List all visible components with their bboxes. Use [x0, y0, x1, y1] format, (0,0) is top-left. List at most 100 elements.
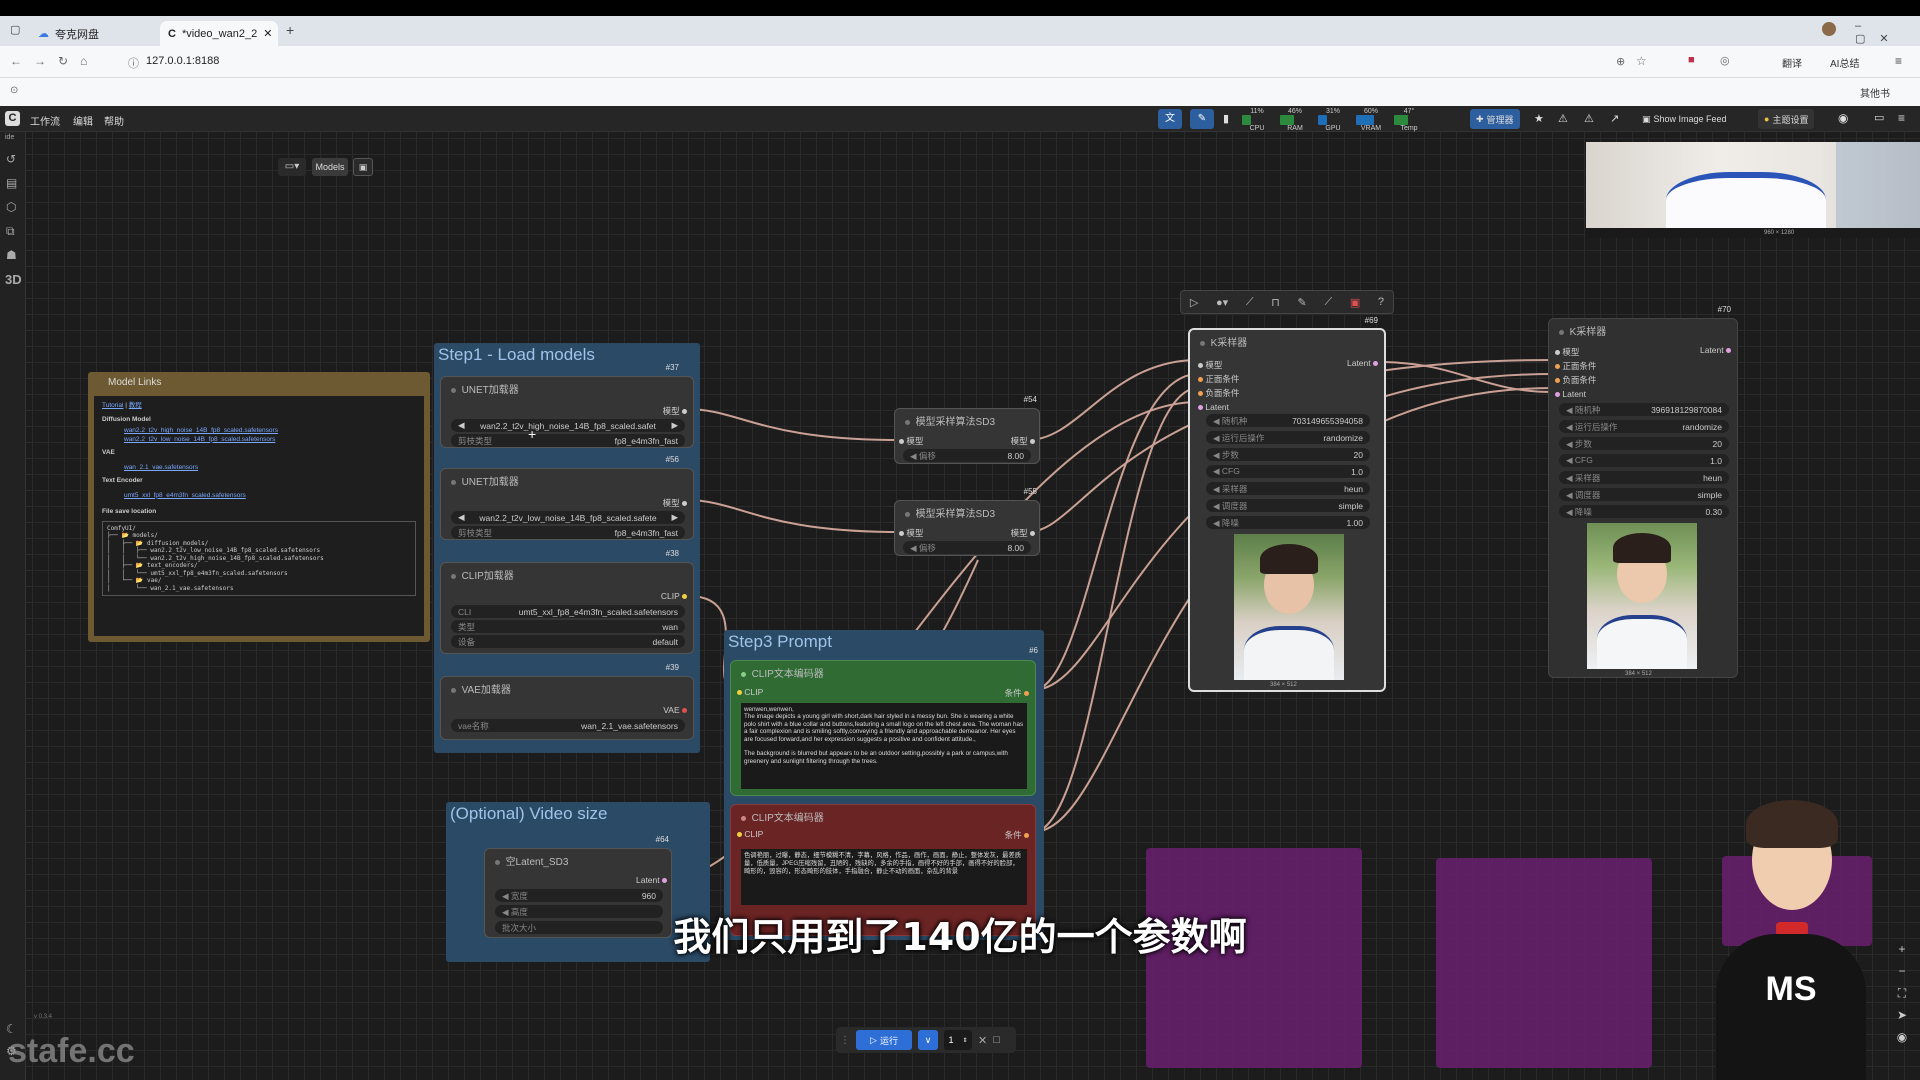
positive-input[interactable]: 正面条件 — [1555, 359, 1596, 373]
negative-input[interactable]: 负面条件 — [1555, 373, 1596, 387]
unet-name-widget[interactable]: ◀ wan2.2_t2v_low_noise_14B_fp8_scaled.saf… — [451, 511, 685, 524]
clip-loader[interactable]: CLIP加载器 #38 CLIP CLI umt5_xxl_fp8_e4m3fn_… — [440, 549, 694, 654]
scheduler-widget[interactable]: ◀ 调度器 simple — [1559, 488, 1729, 501]
cfg-widget[interactable]: ◀ CFG 1.0 — [1206, 465, 1370, 478]
help-icon[interactable]: ? — [1378, 296, 1384, 308]
preview-image-girl-2[interactable] — [1587, 523, 1697, 669]
model-input[interactable]: 模型 — [1198, 358, 1239, 372]
conditioning-output[interactable]: 条件 — [1005, 829, 1029, 841]
width-widget[interactable]: ◀ 宽度 960 — [495, 889, 663, 902]
model-output[interactable]: 模型 — [1011, 435, 1035, 447]
model-sampling-sd3-b[interactable]: 模型采样算法SD3 #55 模型 模型 ◀ 偏移 8.00 — [894, 487, 1040, 556]
seed-widget[interactable]: ◀ 随机种 396918129870084 — [1559, 403, 1729, 416]
cancel-icon[interactable]: ✕ — [978, 1034, 987, 1047]
vae-output[interactable]: VAE — [663, 705, 687, 715]
clip-type-widget[interactable]: 类型 wan — [451, 620, 685, 633]
scheduler-widget[interactable]: ◀ 调度器 simple — [1206, 499, 1370, 512]
run-button[interactable]: ▷ 运行 — [856, 1030, 912, 1050]
avatar-shirt: MS — [1716, 934, 1866, 1080]
sampler-widget[interactable]: ◀ 采样器 heun — [1559, 471, 1729, 484]
background-shape — [1836, 142, 1920, 228]
video-subtitle: 我们只用到了140亿的一个参数啊 — [673, 915, 1247, 959]
positive-prompt-textarea[interactable]: wenwen,wenwen, The image depicts a young… — [741, 703, 1027, 789]
bypassed-node-2[interactable] — [1436, 858, 1652, 1068]
text-encoder-link[interactable]: umt5_xxl_fp8_e4m3fn_scaled.safetensors — [124, 492, 416, 501]
model-input[interactable]: 模型 — [1555, 345, 1596, 359]
tutorial-cn-link[interactable]: 教程 — [129, 402, 142, 409]
pin-icon[interactable]: ⟋ — [1246, 296, 1254, 309]
latent-output[interactable]: Latent — [1347, 358, 1378, 368]
preview-image-girl-1[interactable] — [1234, 534, 1344, 680]
node-title: K采样器 — [1210, 338, 1248, 349]
ksampler-1[interactable]: K采样器 #69 模型 正面条件 负面条件 Latent Latent ◀ 随机… — [1188, 316, 1386, 692]
model-input[interactable]: 模型 — [899, 435, 923, 447]
shift-widget[interactable]: ◀ 偏移 8.00 — [903, 449, 1031, 462]
edit-icon[interactable]: ✎ — [1298, 296, 1307, 309]
link-k1-k2 — [1377, 361, 1554, 393]
weight-dtype-widget[interactable]: 剪枝类型 fp8_e4m3fn_fast — [451, 526, 685, 539]
model-sampling-sd3-a[interactable]: 模型采样算法SD3 #54 模型 模型 ◀ 偏移 8.00 — [894, 395, 1040, 464]
positive-input[interactable]: 正面条件 — [1198, 372, 1239, 386]
unet-loader-low[interactable]: UNET加载器 #56 模型 ◀ wan2.2_t2v_low_noise_14B… — [440, 455, 694, 540]
negative-prompt-textarea[interactable]: 色调艳丽，过曝，静态，细节模糊不清，字幕，风格，作品，画作，画面，静止，整体发灰… — [741, 849, 1027, 905]
pointer-icon[interactable]: ➤ — [1892, 1004, 1912, 1026]
shift-widget[interactable]: ◀ 偏移 8.00 — [903, 541, 1031, 554]
fit-view-icon[interactable]: ⛶ — [1892, 982, 1912, 1004]
stop-icon[interactable]: □ — [993, 1034, 1000, 1046]
batch-count-input[interactable]: 1 ⇕ — [944, 1030, 972, 1050]
model-output[interactable]: 模型 — [1011, 527, 1035, 539]
zoom-out-icon[interactable]: − — [1892, 960, 1912, 982]
latent-output[interactable]: Latent — [636, 875, 667, 885]
unet-name-widget[interactable]: ◀ wan2.2_t2v_high_noise_14B_fp8_scaled.sa… — [451, 419, 685, 432]
node-title: CLIP文本编码器 — [751, 669, 824, 680]
preview-video-panel[interactable]: 960 × 1280 — [1586, 142, 1920, 238]
run-mode-dropdown[interactable]: ∨ — [918, 1030, 938, 1050]
vae-link[interactable]: wan_2.1_vae.safetensors — [124, 464, 416, 473]
drag-handle-icon[interactable]: ⋮ — [840, 1035, 850, 1046]
model-output[interactable]: 模型 — [663, 497, 687, 509]
latent-input[interactable]: Latent — [1198, 400, 1239, 414]
steps-widget[interactable]: ◀ 步数 20 — [1206, 448, 1370, 461]
delete-icon[interactable]: ▣ — [1350, 296, 1360, 309]
diffusion-link-1[interactable]: wan2.2_t2v_high_noise_14B_fp8_scaled.saf… — [124, 427, 416, 436]
latent-output[interactable]: Latent — [1700, 345, 1731, 355]
hair-shape — [1260, 544, 1318, 574]
latent-input[interactable]: Latent — [1555, 387, 1596, 401]
weight-dtype-widget[interactable]: 剪枝类型 fp8_e4m3fn_fast — [451, 434, 685, 447]
steps-widget[interactable]: ◀ 步数 20 — [1559, 437, 1729, 450]
seed-widget[interactable]: ◀ 随机种 703149655394058 — [1206, 414, 1370, 427]
clip-text-encode-positive[interactable]: CLIP文本编码器 CLIP 条件 wenwen,wenwen, The ima… — [730, 660, 1036, 796]
negative-input[interactable]: 负面条件 — [1198, 386, 1239, 400]
diffusion-link-2[interactable]: wan2.2_t2v_low_noise_14B_fp8_scaled.safe… — [124, 436, 416, 445]
clip-device-widget[interactable]: 设备 default — [451, 635, 685, 648]
image-dims: 384 × 512 — [1625, 671, 1652, 677]
unet-loader-high[interactable]: UNET加载器 #37 模型 ◀ wan2.2_t2v_high_noise_14… — [440, 363, 694, 448]
sampler-widget[interactable]: ◀ 采样器 heun — [1206, 482, 1370, 495]
zoom-controls: + − ⛶ ➤ ◉ — [1892, 938, 1912, 1058]
color-icon[interactable]: ●▾ — [1216, 296, 1228, 309]
zoom-in-icon[interactable]: + — [1892, 938, 1912, 960]
control-widget[interactable]: ◀ 运行后操作 randomize — [1206, 431, 1370, 444]
shirt-collar-shape — [1666, 172, 1826, 228]
clip-input[interactable]: CLIP — [737, 687, 763, 697]
cfg-widget[interactable]: ◀ CFG 1.0 — [1559, 454, 1729, 467]
vae-loader[interactable]: VAE加载器 #39 VAE vae名称 wan_2.1_vae.safetens… — [440, 663, 694, 740]
vae-name-widget[interactable]: vae名称 wan_2.1_vae.safetensors — [451, 719, 685, 732]
clip-input[interactable]: CLIP — [737, 829, 763, 839]
model-input[interactable]: 模型 — [899, 527, 923, 539]
model-links-group[interactable]: Model Links Tutorial | 教程 Diffusion Mode… — [88, 372, 430, 642]
tutorial-link[interactable]: Tutorial — [102, 402, 123, 409]
run-node-icon[interactable]: ▷ — [1190, 296, 1198, 309]
brush-node-icon[interactable]: ⟋ — [1324, 296, 1332, 309]
eye-icon[interactable]: ◉ — [1892, 1026, 1912, 1048]
model-output[interactable]: 模型 — [663, 405, 687, 417]
bookmark-node-icon[interactable]: ⊓ — [1271, 296, 1280, 309]
denoise-widget[interactable]: ◀ 降噪 0.30 — [1559, 505, 1729, 518]
denoise-widget[interactable]: ◀ 降噪 1.00 — [1206, 516, 1370, 529]
conditioning-output[interactable]: 条件 — [1005, 687, 1029, 699]
control-widget[interactable]: ◀ 运行后操作 randomize — [1559, 420, 1729, 433]
clip-output[interactable]: CLIP — [661, 591, 687, 601]
watermark: stafe.cc — [8, 1032, 135, 1070]
ksampler-2[interactable]: K采样器 #70 模型 正面条件 负面条件 Latent Latent ◀ 随机… — [1548, 305, 1738, 678]
clip-name-widget[interactable]: CLI umt5_xxl_fp8_e4m3fn_scaled.safetensor… — [451, 605, 685, 618]
